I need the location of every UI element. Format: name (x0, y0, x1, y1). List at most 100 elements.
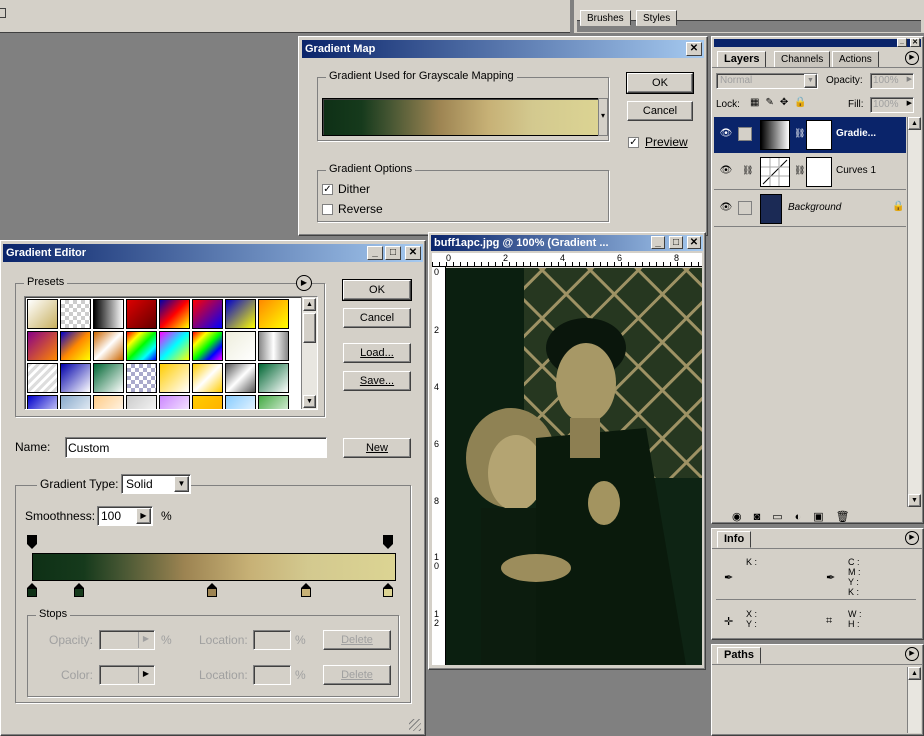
resize-grip-icon[interactable] (409, 719, 421, 731)
reverse-checkbox[interactable] (322, 204, 333, 215)
arrow-right-icon[interactable]: ▶ (136, 508, 151, 524)
preset-swatch[interactable] (27, 331, 58, 361)
preset-swatch[interactable] (27, 395, 58, 409)
opacity-stops-track[interactable] (27, 535, 397, 549)
tab-paths[interactable]: Paths (717, 647, 761, 664)
tab-brushes[interactable]: Brushes (580, 10, 631, 26)
color-location-field[interactable] (253, 665, 291, 685)
lock-icons[interactable]: ▦✎✥🔒 (750, 97, 813, 108)
gradient-type-select[interactable]: Solid ▼ (121, 474, 191, 494)
new-button[interactable]: New (343, 438, 411, 458)
eye-icon[interactable]: 👁 (719, 165, 733, 176)
palette-menu-icon[interactable]: ▶ (905, 51, 919, 65)
preset-swatch[interactable] (93, 363, 124, 393)
color-stop[interactable] (300, 583, 311, 597)
preset-swatch[interactable] (159, 363, 190, 393)
minimize-icon[interactable]: _ (897, 38, 907, 47)
chevron-down-icon[interactable]: ▼ (804, 74, 817, 88)
name-input[interactable] (65, 437, 327, 458)
preset-swatch[interactable] (159, 331, 190, 361)
presets-grid[interactable]: ▲ ▼ (24, 296, 318, 410)
scroll-up-icon[interactable]: ▲ (908, 667, 921, 680)
preset-swatch[interactable] (27, 299, 58, 329)
color-stops-track[interactable] (27, 583, 397, 599)
preset-swatch[interactable] (159, 395, 190, 409)
preset-swatch[interactable] (192, 331, 223, 361)
preview-checkbox[interactable]: ✓ (628, 137, 639, 148)
preset-swatches[interactable] (27, 299, 301, 409)
delete-color-button[interactable]: Delete (323, 665, 391, 685)
color-stop[interactable] (73, 583, 84, 597)
presets-scrollbar[interactable]: ▲ ▼ (301, 297, 317, 409)
preset-swatch[interactable] (258, 331, 289, 361)
preset-swatch[interactable] (159, 299, 190, 329)
color-stop[interactable] (207, 583, 217, 597)
tab-actions[interactable]: Actions (832, 51, 879, 68)
close-icon[interactable]: ✕ (687, 236, 701, 249)
maximize-icon[interactable]: □ (669, 236, 683, 249)
palette-menu-icon[interactable]: ▶ (905, 531, 919, 545)
gradient-preview[interactable] (322, 98, 600, 136)
layer-row-curves[interactable]: 👁 ⛓ ⛓ Curves 1 (714, 154, 906, 190)
scroll-up-icon[interactable]: ▲ (908, 117, 921, 130)
arrow-right-icon[interactable]: ▶ (907, 99, 912, 107)
maximize-icon[interactable]: □ (385, 246, 401, 260)
close-icon[interactable]: ✕ (405, 246, 421, 260)
arrow-right-icon[interactable]: ▶ (907, 75, 912, 83)
chevron-down-icon[interactable]: ▼ (174, 476, 189, 492)
layers-scrollbar[interactable]: ▲ ▼ (907, 117, 921, 507)
close-icon[interactable]: ✕ (686, 42, 702, 56)
preset-swatch[interactable] (27, 363, 58, 393)
eye-icon[interactable]: 👁 (719, 128, 733, 139)
layer-opacity-field[interactable]: 100% ▶ (870, 73, 914, 89)
color-field[interactable]: ▶ (99, 665, 155, 685)
preset-swatch[interactable] (60, 363, 91, 393)
ok-button[interactable]: OK (342, 279, 412, 301)
minimize-icon[interactable]: _ (651, 236, 665, 249)
opacity-location-field[interactable] (253, 630, 291, 650)
layer-row-gradient[interactable]: 👁 ⛓ Gradie... (714, 117, 906, 153)
scroll-up-icon[interactable]: ▲ (303, 298, 316, 311)
close-icon[interactable]: ✕ (910, 38, 920, 47)
preset-swatch[interactable] (60, 299, 91, 329)
fill-field[interactable]: 100% ▶ (870, 97, 914, 113)
dither-checkbox[interactable]: ✓ (322, 184, 333, 195)
opacity-stop[interactable] (27, 535, 37, 549)
paths-scrollbar[interactable]: ▲ (907, 667, 921, 733)
ok-button[interactable]: OK (626, 72, 694, 94)
preset-swatch[interactable] (126, 331, 157, 361)
blend-mode-select[interactable]: Normal ▼ (716, 73, 818, 89)
tab-info[interactable]: Info (717, 531, 752, 548)
opacity-stop[interactable] (383, 535, 394, 549)
cancel-button[interactable]: Cancel (627, 101, 693, 121)
save-button[interactable]: Save... (343, 371, 411, 391)
color-stop[interactable] (27, 583, 37, 597)
preset-swatch[interactable] (93, 299, 124, 329)
preset-swatch[interactable] (225, 331, 256, 361)
link-box[interactable] (738, 201, 752, 215)
preset-swatch[interactable] (225, 299, 256, 329)
preset-swatch[interactable] (192, 395, 223, 409)
preset-swatch[interactable] (258, 395, 289, 409)
tab-styles[interactable]: Styles (636, 10, 678, 26)
preset-swatch[interactable] (258, 363, 289, 393)
preset-swatch[interactable] (60, 395, 91, 409)
preset-swatch[interactable] (93, 331, 124, 361)
preset-swatch[interactable] (126, 395, 157, 409)
preset-swatch[interactable] (126, 363, 157, 393)
smoothness-field[interactable]: 100 ▶ (97, 506, 153, 526)
cancel-button[interactable]: Cancel (343, 308, 411, 328)
tab-layers[interactable]: Layers (717, 51, 767, 68)
palette-menu-icon[interactable]: ▶ (905, 647, 919, 661)
preset-swatch[interactable] (192, 363, 223, 393)
preset-swatch[interactable] (258, 299, 289, 329)
preset-swatch[interactable] (225, 395, 256, 409)
arrow-right-icon[interactable]: ▶ (138, 667, 153, 683)
scroll-thumb[interactable] (303, 313, 316, 343)
layer-row-background[interactable]: 👁 Background 🔒 (714, 191, 906, 227)
minimize-icon[interactable]: _ (367, 246, 383, 260)
preset-swatch[interactable] (126, 299, 157, 329)
tab-channels[interactable]: Channels (774, 51, 831, 68)
load-button[interactable]: Load... (343, 343, 411, 363)
arrow-right-icon[interactable]: ▶ (138, 632, 153, 648)
